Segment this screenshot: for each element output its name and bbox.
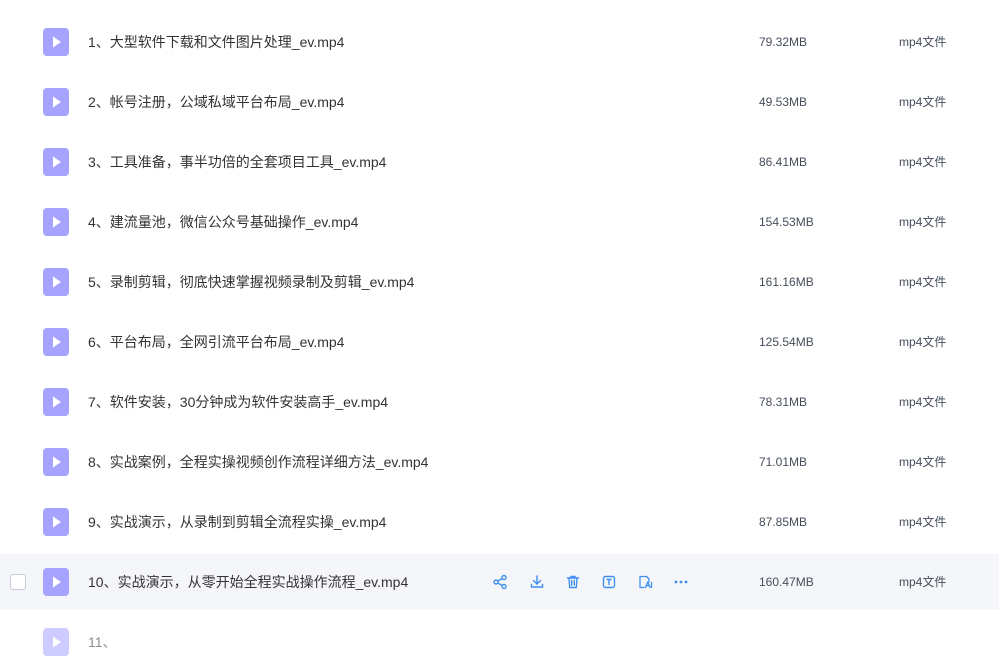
file-name[interactable]: 4、建流量池，微信公众号基础操作_ev.mp4 <box>88 194 358 250</box>
file-row[interactable]: 6、平台布局，全网引流平台布局_ev.mp4 125.54MB mp4文件 <box>0 314 999 370</box>
file-row[interactable]: 11、 <box>0 614 999 661</box>
file-size: 79.32MB <box>759 35 808 49</box>
file-row[interactable]: 2、帐号注册，公域私域平台布局_ev.mp4 49.53MB mp4文件 <box>0 74 999 130</box>
file-row[interactable]: 3、工具准备，事半功倍的全套项目工具_ev.mp4 86.41MB mp4文件 <box>0 134 999 190</box>
file-name[interactable]: 6、平台布局，全网引流平台布局_ev.mp4 <box>88 314 344 370</box>
file-row[interactable]: 10、实战演示，从零开始全程实战操作流程_ev.mp4 160.47MB mp4文件 <box>0 554 999 610</box>
file-type: mp4文件 <box>899 35 947 49</box>
download-icon[interactable] <box>527 572 547 592</box>
video-file-icon <box>43 568 69 596</box>
file-name[interactable]: 2、帐号注册，公域私域平台布局_ev.mp4 <box>88 74 344 130</box>
file-name[interactable]: 1、大型软件下载和文件图片处理_ev.mp4 <box>88 14 344 70</box>
video-file-icon <box>43 448 69 476</box>
video-file-icon <box>43 388 69 416</box>
file-list: 1、大型软件下载和文件图片处理_ev.mp4 79.32MB mp4文件 2、帐号注册… <box>0 0 999 661</box>
file-name[interactable]: 10、实战演示，从零开始全程实战操作流程_ev.mp4 <box>88 554 408 610</box>
video-file-icon <box>43 628 69 656</box>
file-type: mp4文件 <box>899 335 947 349</box>
video-file-icon <box>43 208 69 236</box>
video-file-icon <box>43 28 69 56</box>
file-type: mp4文件 <box>899 395 947 409</box>
file-name[interactable]: 9、实战演示，从录制到剪辑全流程实操_ev.mp4 <box>88 494 386 550</box>
video-file-icon <box>43 148 69 176</box>
video-file-icon <box>43 88 69 116</box>
file-type: mp4文件 <box>899 215 947 229</box>
video-file-icon <box>43 508 69 536</box>
file-size: 78.31MB <box>759 395 808 409</box>
share-icon[interactable] <box>490 572 510 592</box>
file-row[interactable]: 4、建流量池，微信公众号基础操作_ev.mp4 154.53MB mp4文件 <box>0 194 999 250</box>
file-row[interactable]: 5、录制剪辑，彻底快速掌握视频录制及剪辑_ev.mp4 161.16MB mp4文件 <box>0 254 999 310</box>
trash-icon[interactable] <box>563 572 583 592</box>
file-type: mp4文件 <box>899 155 947 169</box>
file-name[interactable]: 5、录制剪辑，彻底快速掌握视频录制及剪辑_ev.mp4 <box>88 254 414 310</box>
video-file-icon <box>43 328 69 356</box>
file-row[interactable]: 7、软件安装，30分钟成为软件安装高手_ev.mp4 78.31MB mp4文件 <box>0 374 999 430</box>
file-size: 49.53MB <box>759 95 808 109</box>
file-size: 160.47MB <box>759 575 814 589</box>
video-file-icon <box>43 268 69 296</box>
file-row[interactable]: 9、实战演示，从录制到剪辑全流程实操_ev.mp4 87.85MB mp4文件 <box>0 494 999 550</box>
file-row[interactable]: 1、大型软件下载和文件图片处理_ev.mp4 79.32MB mp4文件 <box>0 14 999 70</box>
rename-icon[interactable] <box>599 572 619 592</box>
file-name[interactable]: 3、工具准备，事半功倍的全套项目工具_ev.mp4 <box>88 134 386 190</box>
file-size: 87.85MB <box>759 515 808 529</box>
file-name[interactable]: 7、软件安装，30分钟成为软件安装高手_ev.mp4 <box>88 374 388 430</box>
file-size: 161.16MB <box>759 275 814 289</box>
file-type: mp4文件 <box>899 455 947 469</box>
more-icon[interactable] <box>671 572 691 592</box>
file-row[interactable]: 8、实战案例，全程实操视频创作流程详细方法_ev.mp4 71.01MB mp4文件 <box>0 434 999 490</box>
file-size: 86.41MB <box>759 155 808 169</box>
file-size: 71.01MB <box>759 455 808 469</box>
file-type: mp4文件 <box>899 515 947 529</box>
file-name[interactable]: 8、实战案例，全程实操视频创作流程详细方法_ev.mp4 <box>88 434 428 490</box>
row-checkbox[interactable] <box>10 574 26 590</box>
file-type: mp4文件 <box>899 275 947 289</box>
file-type: mp4文件 <box>899 575 947 589</box>
ai-assistant-icon[interactable] <box>635 572 655 592</box>
file-name[interactable]: 11、 <box>88 614 117 661</box>
file-size: 125.54MB <box>759 335 814 349</box>
file-type: mp4文件 <box>899 95 947 109</box>
file-size: 154.53MB <box>759 215 814 229</box>
